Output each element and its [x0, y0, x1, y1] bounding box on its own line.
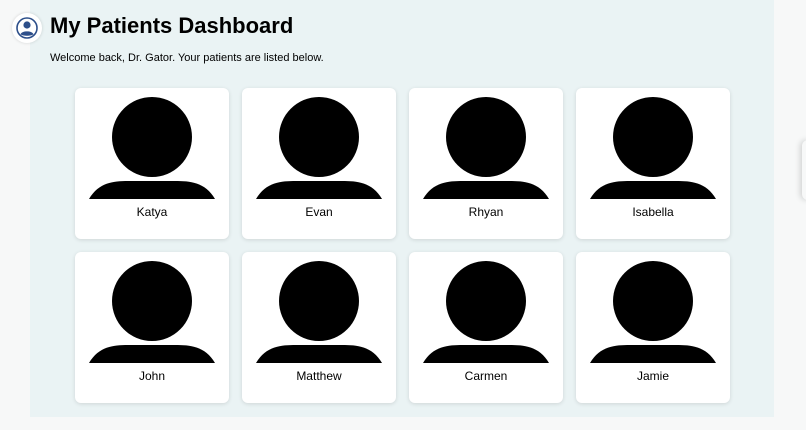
person-silhouette-icon: [256, 261, 382, 363]
person-silhouette-icon: [89, 97, 215, 199]
person-silhouette-icon: [423, 261, 549, 363]
patient-card[interactable]: Katya: [75, 88, 229, 239]
patient-card[interactable]: John: [75, 252, 229, 403]
patient-card[interactable]: Isabella: [576, 88, 730, 239]
patient-name: Carmen: [464, 369, 508, 383]
person-silhouette-icon: [423, 97, 549, 199]
patient-card[interactable]: Jamie: [576, 252, 730, 403]
person-silhouette-icon: [256, 97, 382, 199]
page-title: My Patients Dashboard: [50, 13, 294, 38]
patient-name: Isabella: [632, 205, 674, 219]
patient-name: Jamie: [636, 369, 669, 383]
patient-card[interactable]: Carmen: [409, 252, 563, 403]
patient-card[interactable]: Matthew: [242, 252, 396, 403]
patient-name: Katya: [136, 205, 168, 219]
patient-name: Evan: [305, 205, 333, 219]
patient-card[interactable]: Evan: [242, 88, 396, 239]
person-silhouette-icon: [590, 261, 716, 363]
patient-name: Rhyan: [468, 205, 504, 219]
patient-card[interactable]: Rhyan: [409, 88, 563, 239]
patient-grid: Katya Evan Rhyan Isabella John Matthew C…: [75, 88, 731, 403]
patient-name: John: [138, 369, 166, 383]
user-circle-icon[interactable]: [12, 13, 42, 43]
person-silhouette-icon: [89, 261, 215, 363]
patient-name: Matthew: [296, 369, 342, 383]
welcome-message: Welcome back, Dr. Gator. Your patients a…: [50, 52, 324, 64]
side-drawer-handle: [802, 140, 806, 200]
dashboard-page: My Patients Dashboard Welcome back, Dr. …: [0, 0, 806, 430]
person-silhouette-icon: [590, 97, 716, 199]
